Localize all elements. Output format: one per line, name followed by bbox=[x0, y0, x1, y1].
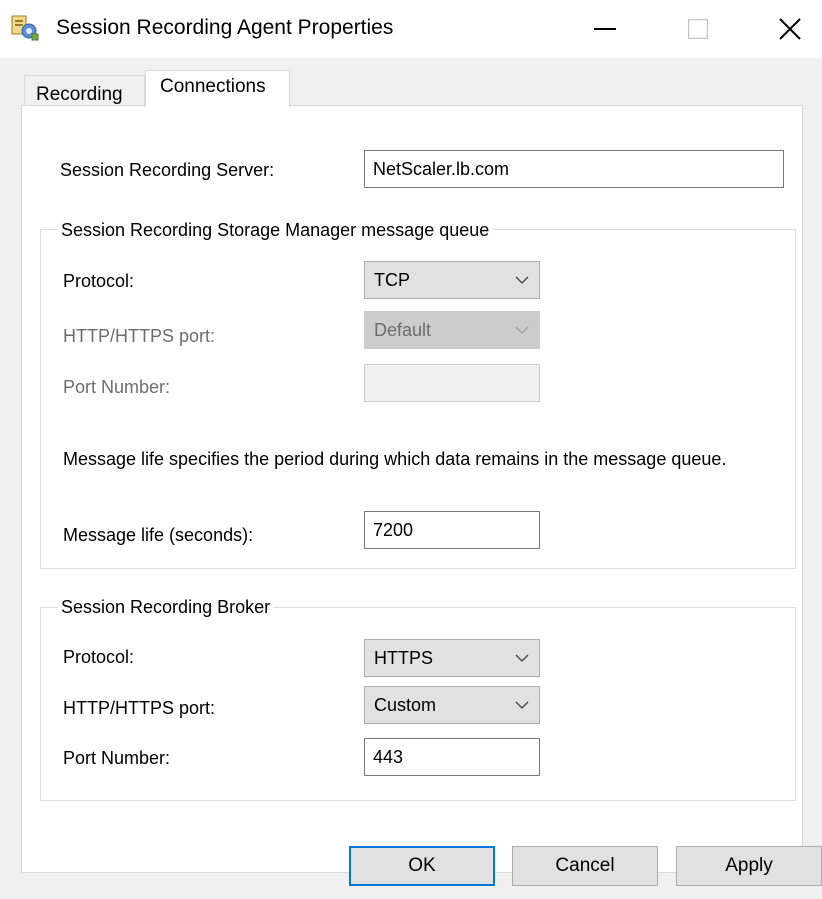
maximize-button bbox=[668, 0, 728, 58]
window-title: Session Recording Agent Properties bbox=[56, 16, 394, 39]
tab-connections[interactable]: Connections bbox=[145, 70, 290, 107]
apply-button[interactable]: Apply bbox=[676, 846, 822, 886]
ok-button[interactable]: OK bbox=[349, 846, 495, 886]
session-recording-agent-icon bbox=[10, 14, 40, 42]
close-button[interactable] bbox=[760, 0, 820, 58]
broker-group-title: Session Recording Broker bbox=[58, 596, 274, 618]
broker-port-number-input[interactable]: 443 bbox=[364, 738, 540, 776]
minimize-icon bbox=[594, 28, 616, 30]
dialog-client-area: Recording Connections Session Recording … bbox=[0, 58, 822, 899]
connections-tab-panel: Session Recording Server: NetScaler.lb.c… bbox=[21, 105, 803, 873]
title-bar[interactable]: Session Recording Agent Properties bbox=[0, 0, 822, 58]
queue-protocol-value: TCP bbox=[374, 270, 410, 290]
maximize-icon bbox=[688, 19, 708, 39]
chevron-down-icon bbox=[513, 312, 531, 348]
queue-port-value: Default bbox=[374, 320, 432, 340]
broker-port-number-label: Port Number: bbox=[63, 748, 171, 768]
message-life-description: Message life specifies the period during… bbox=[63, 449, 727, 469]
queue-port-number-label: Port Number: bbox=[63, 377, 171, 397]
message-life-input[interactable]: 7200 bbox=[364, 511, 540, 549]
minimize-button[interactable] bbox=[575, 0, 635, 58]
broker-protocol-label: Protocol: bbox=[63, 647, 135, 667]
queue-protocol-select[interactable]: TCP bbox=[364, 261, 540, 299]
broker-protocol-value: HTTPS bbox=[374, 648, 434, 668]
broker-port-select[interactable]: Custom bbox=[364, 686, 540, 724]
broker-port-label: HTTP/HTTPS port: bbox=[63, 698, 216, 718]
server-input[interactable]: NetScaler.lb.com bbox=[364, 150, 784, 188]
message-queue-group-title: Session Recording Storage Manager messag… bbox=[58, 219, 493, 241]
queue-port-number-input bbox=[364, 364, 540, 402]
queue-port-label: HTTP/HTTPS port: bbox=[63, 326, 216, 346]
broker-port-value: Custom bbox=[374, 695, 437, 715]
close-icon bbox=[779, 18, 801, 40]
broker-protocol-select[interactable]: HTTPS bbox=[364, 639, 540, 677]
queue-port-select: Default bbox=[364, 311, 540, 349]
chevron-down-icon bbox=[513, 687, 531, 723]
server-label: Session Recording Server: bbox=[60, 160, 275, 180]
message-life-label: Message life (seconds): bbox=[63, 525, 254, 545]
cancel-button[interactable]: Cancel bbox=[512, 846, 658, 886]
chevron-down-icon bbox=[513, 640, 531, 676]
chevron-down-icon bbox=[513, 262, 531, 298]
tab-recording[interactable]: Recording bbox=[24, 75, 145, 106]
queue-protocol-label: Protocol: bbox=[63, 271, 135, 291]
